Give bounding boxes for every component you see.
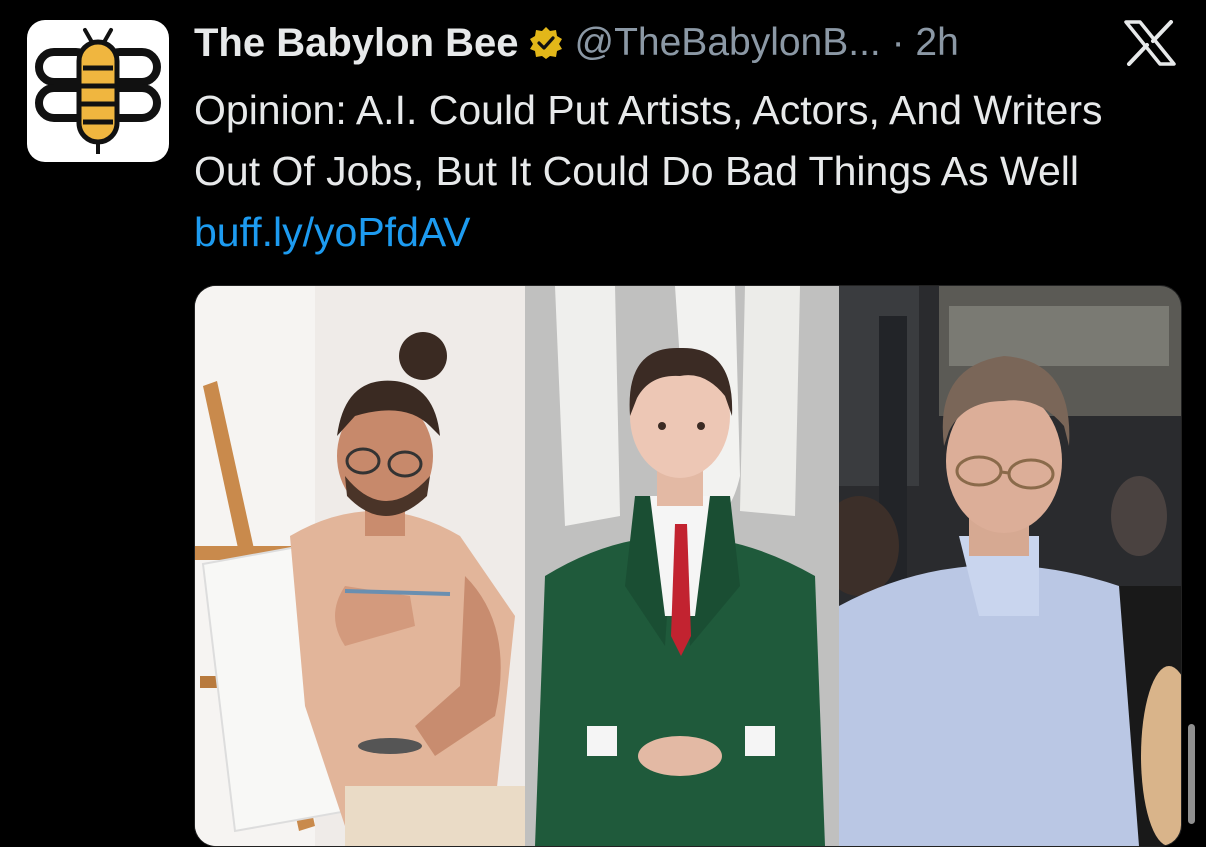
verified-badge-icon — [529, 26, 563, 60]
media-panel-artist — [195, 286, 525, 846]
media-panel-actor — [525, 286, 839, 846]
babylon-bee-logo — [35, 28, 161, 154]
x-logo-icon[interactable] — [1124, 20, 1176, 66]
tweet-body: Opinion: A.I. Could Put Artists, Actors,… — [194, 87, 1103, 194]
tweet-header: The Babylon Bee @TheBabylonB... · 2h — [194, 14, 959, 72]
author-handle-and-time[interactable]: @TheBabylonB... · 2h — [575, 21, 959, 65]
tweet-text: Opinion: A.I. Could Put Artists, Actors,… — [194, 80, 1154, 263]
author-avatar[interactable] — [27, 20, 169, 162]
media-panel-writer — [839, 286, 1181, 846]
tweet-media-image[interactable] — [194, 285, 1182, 847]
author-name[interactable]: The Babylon Bee — [194, 21, 519, 66]
scrollbar[interactable] — [1188, 724, 1195, 824]
tweet-link[interactable]: buff.ly/yoPfdAV — [194, 209, 471, 255]
